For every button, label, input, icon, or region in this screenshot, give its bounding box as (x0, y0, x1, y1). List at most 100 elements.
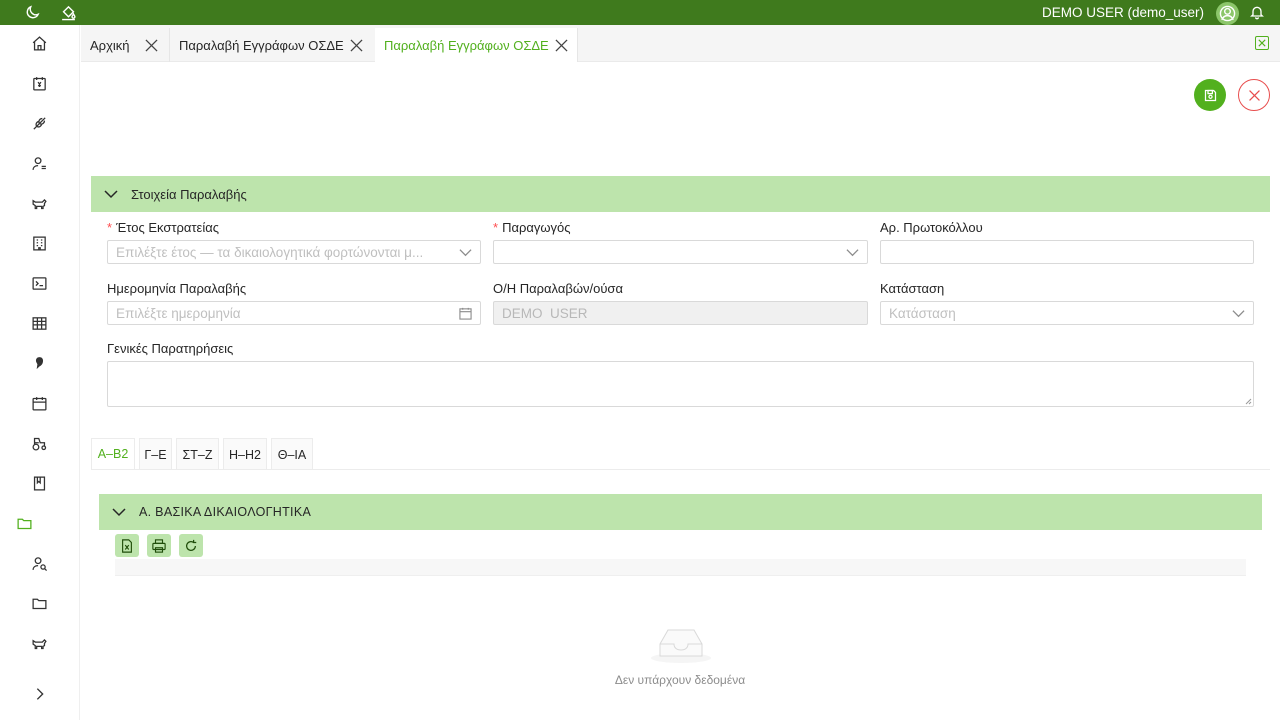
empty-inbox-icon (651, 629, 711, 663)
sidebar-item-documents[interactable] (13, 512, 35, 534)
top-bar: DEMO USER (demo_user) (0, 0, 1280, 25)
home-icon (32, 35, 46, 51)
close-icon[interactable] (144, 38, 158, 52)
print-button[interactable] (147, 534, 171, 557)
save-button[interactable] (1194, 79, 1226, 111)
close-icon (1248, 89, 1260, 101)
chevron-down-icon (1231, 306, 1245, 320)
grid-header (115, 559, 1246, 576)
book-icon (33, 475, 45, 491)
close-icon[interactable] (349, 38, 363, 52)
field-label-paratiriseis: Γενικές Παρατηρήσεις (107, 341, 234, 356)
empty-state-text: Δεν υπάρχουν δεδομένα (614, 673, 746, 687)
imerominia-datepicker[interactable]: Επιλέξτε ημερομηνία (107, 301, 481, 325)
bell-icon[interactable] (1248, 3, 1266, 21)
paralavon-value: DEMO USER (502, 305, 588, 321)
sidebar-item-producers[interactable] (28, 152, 50, 174)
user-name-label[interactable]: DEMO USER (demo_user) (1042, 5, 1204, 20)
refresh-icon (186, 539, 197, 551)
field-label-paralavon: Ο/Η Παραλαβών/ούσα (493, 281, 623, 296)
subtab-divider (91, 469, 1270, 470)
chevron-down-icon (458, 245, 472, 259)
building-icon (32, 235, 46, 251)
tab-label: Παραλαβή Εγγράφων ΟΣΔΕ (179, 37, 344, 53)
field-label-paragogos: * Παραγωγός (493, 220, 571, 235)
field-label-etos: * Έτος Εκστρατείας (107, 220, 219, 235)
katastasi-select[interactable]: Κατάσταση (880, 301, 1254, 325)
sidebar-item-tables[interactable] (28, 312, 50, 334)
calendar-money-icon (32, 76, 46, 91)
sidebar-item-register[interactable] (28, 472, 50, 494)
tab-osde-1[interactable]: Παραλαβή Εγγράφων ΟΣΔΕ (170, 28, 376, 62)
excel-export-icon (122, 538, 132, 553)
sidebar-item-locations[interactable] (28, 352, 50, 374)
export-excel-button[interactable] (115, 534, 139, 557)
sidebar-item-console[interactable] (28, 272, 50, 294)
subtab-g-e[interactable]: Γ–Ε (139, 438, 172, 470)
calendar-icon (458, 306, 472, 320)
folder-icon (31, 598, 47, 609)
refresh-button[interactable] (179, 534, 203, 557)
user-avatar-icon[interactable] (1216, 2, 1239, 25)
chevron-down-icon (112, 505, 126, 519)
field-label-katastasi: Κατάσταση (880, 281, 945, 296)
sidebar-item-calendar[interactable] (28, 392, 50, 414)
chevron-down-icon (845, 245, 859, 259)
section-title: Στοιχεία Παραλαβής (131, 186, 247, 202)
user-search-icon (31, 556, 47, 571)
cow-icon (31, 638, 47, 649)
user-list-icon (31, 156, 46, 170)
tab-label: Παραλαβή Εγγράφων ΟΣΔΕ (384, 37, 549, 53)
moon-icon[interactable] (23, 3, 41, 21)
close-form-button[interactable] (1238, 79, 1270, 111)
sidebar-item-organizations[interactable] (28, 232, 50, 254)
subtab-h-h2[interactable]: Η–Η2 (223, 438, 267, 470)
tab-label: Αρχική (90, 37, 130, 53)
field-label-protokollo: Αρ. Πρωτοκόλλου (880, 220, 983, 235)
sidebar (0, 25, 80, 720)
seedling-icon (32, 116, 46, 130)
tab-osde-2[interactable]: Παραλαβή Εγγράφων ΟΣΔΕ (375, 28, 578, 62)
terminal-icon (31, 276, 47, 290)
katastasi-placeholder: Κατάσταση (889, 305, 956, 321)
field-label-imerominia: Ημερομηνία Παραλαβής (107, 281, 247, 296)
section-header-receipt[interactable]: Στοιχεία Παραλαβής (91, 176, 1270, 212)
sidebar-item-user-search[interactable] (28, 552, 50, 574)
paralavon-input: DEMO USER (493, 301, 868, 325)
paint-bucket-icon[interactable] (59, 3, 77, 21)
sidebar-item-crops[interactable] (28, 112, 50, 134)
tractor-icon (31, 437, 46, 451)
paratiriseis-textarea[interactable] (107, 361, 1254, 407)
chevron-right-icon (36, 688, 44, 700)
sidebar-item-livestock[interactable] (28, 192, 50, 214)
sidebar-item-machinery[interactable] (28, 432, 50, 454)
chevron-down-icon (104, 187, 118, 201)
map-pin-icon (35, 356, 43, 369)
cow-icon (31, 198, 47, 209)
section-title: Α. ΒΑΣΙΚΑ ΔΙΚΑΙΟΛΟΓΗΤΙΚΑ (139, 505, 312, 519)
print-icon (152, 538, 166, 553)
sidebar-item-animals[interactable] (28, 632, 50, 654)
paragogos-select[interactable] (493, 240, 868, 264)
close-icon[interactable] (554, 38, 568, 52)
etos-select[interactable]: Επιλέξτε έτος — τα δικαιολογητικά φορτών… (107, 240, 481, 264)
sidebar-item-files[interactable] (28, 592, 50, 614)
subtab-st-z[interactable]: ΣΤ–Ζ (176, 438, 219, 470)
tab-strip: Αρχική Παραλαβή Εγγράφων ΟΣΔΕ Παραλαβή Ε… (81, 25, 1280, 62)
subtab-a-b2[interactable]: Α–Β2 (91, 438, 135, 470)
close-all-tabs-icon[interactable] (1255, 36, 1269, 50)
tab-home[interactable]: Αρχική (81, 28, 170, 62)
sidebar-item-home[interactable] (28, 32, 50, 54)
folder-icon (16, 518, 32, 529)
protokollo-input[interactable] (880, 240, 1254, 264)
sidebar-expand-button[interactable] (30, 684, 50, 704)
sidebar-item-payments[interactable] (28, 72, 50, 94)
etos-placeholder: Επιλέξτε έτος — τα δικαιολογητικά φορτών… (116, 244, 424, 260)
calendar-icon (31, 396, 47, 411)
imerominia-placeholder: Επιλέξτε ημερομηνία (116, 305, 241, 321)
table-icon (31, 316, 47, 330)
section-header-basic-docs[interactable]: Α. ΒΑΣΙΚΑ ΔΙΚΑΙΟΛΟΓΗΤΙΚΑ (99, 494, 1262, 530)
save-icon (1204, 89, 1216, 101)
subtab-th-ia[interactable]: Θ–ΙΑ (271, 438, 313, 470)
resize-handle-icon[interactable] (1244, 397, 1252, 405)
